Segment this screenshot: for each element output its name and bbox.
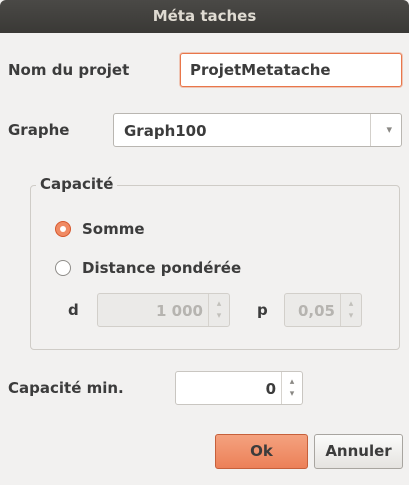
- radio-sum-label[interactable]: Somme: [82, 220, 145, 238]
- ok-button[interactable]: Ok: [215, 434, 308, 469]
- project-name-input[interactable]: ProjetMetatache: [180, 53, 402, 87]
- spin-down-icon[interactable]: ▾: [209, 310, 229, 322]
- project-name-label: Nom du projet: [8, 61, 130, 79]
- spin-up-icon[interactable]: ▴: [282, 372, 302, 388]
- p-spinbox[interactable]: 0,05 ▴ ▾: [284, 293, 362, 327]
- capacity-group-title: Capacité: [36, 175, 118, 193]
- combo-separator: [370, 114, 371, 146]
- min-capacity-label: Capacité min.: [8, 379, 124, 397]
- d-value: 1 000: [156, 302, 203, 320]
- p-value: 0,05: [297, 302, 335, 320]
- cancel-button[interactable]: Annuler: [314, 434, 403, 469]
- d-label: d: [68, 301, 79, 319]
- radio-weighted-distance-label[interactable]: Distance pondérée: [82, 259, 241, 277]
- spin-up-icon[interactable]: ▴: [341, 294, 361, 310]
- graph-label: Graphe: [8, 121, 70, 139]
- radio-sum[interactable]: [55, 221, 71, 237]
- spin-up-icon[interactable]: ▴: [209, 294, 229, 310]
- window-title-bar[interactable]: Méta taches: [0, 0, 409, 33]
- spin-down-icon[interactable]: ▾: [341, 310, 361, 322]
- spin-down-icon[interactable]: ▾: [282, 388, 302, 400]
- graph-selected-value: Graph100: [124, 122, 207, 140]
- project-name-value: ProjetMetatache: [190, 61, 331, 79]
- min-capacity-spinbox[interactable]: 0 ▴ ▾: [175, 371, 303, 405]
- min-capacity-spin-arrows[interactable]: ▴ ▾: [281, 372, 302, 404]
- window-title: Méta taches: [152, 7, 257, 25]
- chevron-down-icon[interactable]: ▾: [386, 123, 392, 136]
- p-spin-arrows[interactable]: ▴ ▾: [340, 294, 361, 326]
- d-spin-arrows[interactable]: ▴ ▾: [208, 294, 229, 326]
- graph-select[interactable]: Graph100 ▾: [113, 113, 402, 147]
- min-capacity-value: 0: [265, 380, 276, 398]
- d-spinbox[interactable]: 1 000 ▴ ▾: [97, 293, 230, 327]
- radio-weighted-distance[interactable]: [55, 260, 71, 276]
- p-label: p: [257, 301, 268, 319]
